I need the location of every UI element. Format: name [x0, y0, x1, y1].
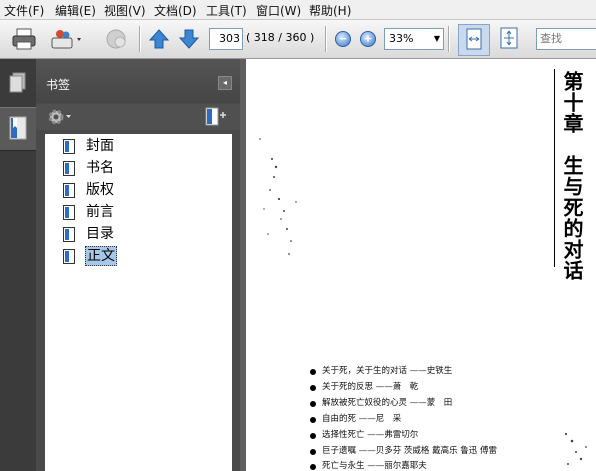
- new-bookmark-icon: [205, 107, 226, 126]
- bookmark-icon: [9, 116, 27, 140]
- collapse-icon: ◂: [222, 78, 227, 87]
- bookmark-item-selected[interactable]: 正文: [57, 246, 231, 266]
- toolbar-separator: [325, 26, 327, 52]
- toc-entry: 关于死，关于生的对话 ——史铁生: [322, 366, 453, 376]
- page-count: ( 318 / 360 ): [246, 31, 315, 44]
- bookmark-item[interactable]: 前言: [57, 202, 231, 222]
- fit-width-button[interactable]: [458, 24, 490, 56]
- toolbar: 303 ( 318 / 360 ) − + 33% ▼ 查找: [0, 20, 596, 59]
- chevron-down-icon: ▼: [433, 34, 440, 43]
- pages-icon: [9, 72, 26, 93]
- arrow-up-icon: [148, 29, 170, 49]
- menu-bar: 文件(F) 编辑(E) 视图(V) 文档(D) 工具(T) 窗口(W) 帮助(H…: [0, 0, 596, 20]
- bookmark-label: 目录: [86, 226, 114, 242]
- share-icon: [51, 30, 81, 49]
- options-menu-button[interactable]: [46, 107, 74, 127]
- bookmark-label: 封面: [86, 138, 114, 154]
- bookmarks-panel: 书签 ◂ 封面 书名 版权 前言 目录 正文: [36, 59, 240, 471]
- toc-entry: 自由的死 ——尼 采: [322, 414, 402, 424]
- menu-view[interactable]: 视图(V): [104, 2, 146, 19]
- menu-document[interactable]: 文档(D): [154, 2, 197, 19]
- toc-bullet: [310, 385, 316, 391]
- toc-bullet: [310, 464, 316, 470]
- bookmark-item[interactable]: 版权: [57, 180, 231, 200]
- printer-icon: [12, 28, 36, 50]
- gear-icon: [48, 109, 71, 125]
- bookmark-list: 封面 书名 版权 前言 目录 正文: [45, 134, 232, 471]
- bookmark-item[interactable]: 封面: [57, 136, 231, 156]
- panel-header: 书签 ◂: [36, 59, 240, 103]
- zoom-in-icon: +: [363, 32, 373, 45]
- bookmark-page-icon: [63, 161, 75, 176]
- bookmark-item[interactable]: 目录: [57, 224, 231, 244]
- menu-file[interactable]: 文件(F): [4, 2, 44, 19]
- toc-entry: 关于死的反思 ——萧 乾: [322, 382, 419, 392]
- toolbar-separator: [448, 26, 450, 52]
- print-button[interactable]: [10, 26, 38, 52]
- panel-toolbar: [36, 104, 240, 130]
- review-button[interactable]: [102, 26, 130, 52]
- previous-page-button[interactable]: [148, 28, 170, 50]
- menu-help[interactable]: 帮助(H): [309, 2, 351, 19]
- fit-page-button[interactable]: [494, 24, 524, 54]
- bookmark-label: 书名: [86, 160, 114, 176]
- scan-artifacts: [259, 138, 587, 465]
- next-page-button[interactable]: [178, 28, 200, 50]
- fit-width-icon: [466, 28, 482, 50]
- toc-bullet: [310, 369, 316, 375]
- bookmark-page-icon: [63, 205, 75, 220]
- zoom-select[interactable]: 33% ▼: [384, 28, 444, 50]
- toc-entry: 选择性死亡 ——弗雷切尔: [322, 430, 419, 440]
- pages-panel-button[interactable]: [0, 63, 36, 105]
- toc-entry: 巨子遗嘱 ——贝多芬 茨威格 戴高乐 鲁迅 傅雷: [322, 446, 498, 456]
- menu-window[interactable]: 窗口(W): [256, 2, 301, 19]
- share-button[interactable]: [48, 26, 84, 52]
- bookmarks-panel-button[interactable]: [0, 107, 36, 151]
- bookmark-page-icon: [63, 227, 75, 242]
- toolbar-separator: [139, 26, 141, 52]
- toc-entry: 死亡与永生 ——丽尔嘉耶夫: [322, 461, 427, 471]
- zoom-out-button[interactable]: −: [335, 31, 351, 47]
- toc-bullet: [310, 449, 316, 455]
- navigation-rail: [0, 59, 36, 471]
- zoom-out-icon: −: [338, 32, 348, 45]
- panel-title: 书签: [46, 78, 71, 92]
- bookmark-page-icon: [63, 249, 75, 264]
- toc-bullet: [310, 401, 316, 407]
- bookmark-page-icon: [63, 183, 75, 198]
- bookmark-label: 版权: [86, 182, 114, 198]
- arrow-down-icon: [178, 29, 200, 49]
- bookmark-label: 正文: [85, 246, 117, 266]
- document-page: 第十章 生与死的对话 关于死，关于生的对话 ——史铁生 关于死的反思 ——萧 乾…: [246, 59, 596, 471]
- bookmark-item[interactable]: 书名: [57, 158, 231, 178]
- search-input[interactable]: 查找: [536, 28, 596, 50]
- toc-entry: 解放被死亡奴役的心灵 ——蒙 田: [322, 398, 453, 408]
- page-number-input[interactable]: 303: [209, 28, 243, 50]
- bookmark-label: 前言: [86, 204, 114, 220]
- new-bookmark-button[interactable]: [202, 106, 228, 128]
- menu-edit[interactable]: 编辑(E): [55, 2, 96, 19]
- collapse-panel-button[interactable]: ◂: [218, 76, 232, 90]
- bookmark-page-icon: [63, 139, 75, 154]
- globe-icon: [106, 29, 126, 49]
- menu-tools[interactable]: 工具(T): [206, 2, 247, 19]
- fit-page-icon: [500, 27, 518, 49]
- zoom-in-button[interactable]: +: [360, 31, 376, 47]
- toc-bullet: [310, 417, 316, 423]
- zoom-value: 33%: [389, 32, 414, 45]
- toc-bullet: [310, 433, 316, 439]
